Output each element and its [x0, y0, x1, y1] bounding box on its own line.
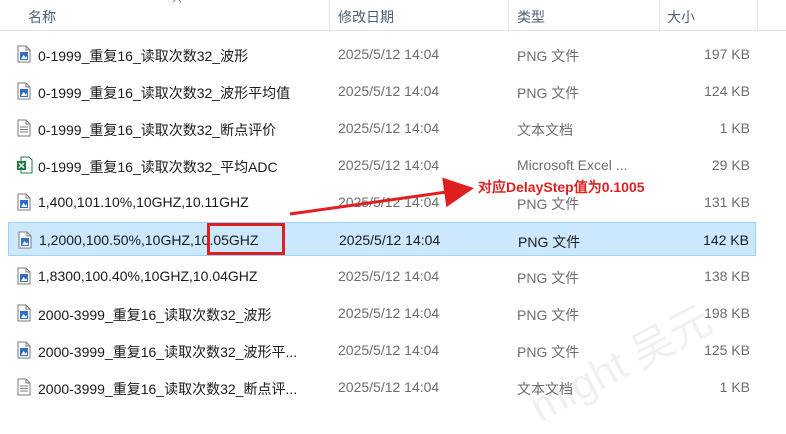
file-date: 2025/5/12 14:04 — [338, 157, 440, 173]
png-file-icon — [17, 45, 31, 63]
file-size: 197 KB — [704, 46, 750, 62]
sort-caret-icon — [172, 0, 182, 3]
column-header-date[interactable]: 修改日期 — [338, 7, 394, 27]
file-date: 2025/5/12 14:04 — [338, 46, 440, 62]
file-type: PNG 文件 — [517, 196, 580, 212]
text-file-icon — [17, 119, 31, 137]
png-file-icon — [18, 231, 32, 249]
file-size: 1 KB — [719, 379, 750, 395]
file-size: 124 KB — [704, 83, 750, 99]
column-header: 名称 修改日期 类型 大小 — [0, 0, 786, 31]
file-row[interactable]: 1,2000,100.50%,10GHZ,10.05GHZ 2025/5/12 1… — [8, 222, 756, 256]
text-file-icon — [17, 378, 31, 396]
column-header-size[interactable]: 大小 — [667, 7, 695, 27]
file-size: 138 KB — [704, 268, 750, 284]
highlight-box — [207, 223, 285, 255]
png-file-icon — [17, 193, 31, 211]
annotation-label: 对应DelayStep值为0.1005 — [478, 179, 645, 195]
file-type: PNG 文件 — [517, 307, 580, 323]
file-name: 1,8300,100.40%,10GHZ,10.04GHZ — [38, 268, 258, 284]
file-name: 0-1999_重复16_读取次数32_波形平均值 — [38, 85, 291, 101]
file-size: 29 KB — [711, 157, 750, 173]
file-name: 1,400,101.10%,10GHZ,10.11GHZ — [38, 194, 249, 210]
file-date: 2025/5/12 14:04 — [339, 232, 441, 248]
column-divider[interactable] — [659, 0, 660, 30]
file-date: 2025/5/12 14:04 — [338, 268, 440, 284]
file-type: PNG 文件 — [517, 85, 580, 101]
file-name: 2000-3999_重复16_读取次数32_波形 — [38, 307, 272, 323]
file-date: 2025/5/12 14:04 — [338, 379, 440, 395]
file-type: 文本文档 — [517, 122, 573, 138]
file-size: 131 KB — [704, 194, 750, 210]
column-divider[interactable] — [757, 0, 758, 30]
column-divider[interactable] — [329, 0, 330, 30]
file-type: PNG 文件 — [518, 234, 581, 250]
file-name: 0-1999_重复16_读取次数32_波形 — [38, 48, 249, 64]
png-file-icon — [17, 267, 31, 285]
file-row[interactable]: 0-1999_重复16_读取次数32_波形平均值 2025/5/12 14:04 P… — [8, 74, 756, 108]
file-type: PNG 文件 — [517, 270, 580, 286]
file-date: 2025/5/12 14:04 — [338, 194, 440, 210]
png-file-icon — [17, 82, 31, 100]
file-name: 0-1999_重复16_读取次数32_平均ADC — [38, 159, 278, 175]
png-file-icon — [17, 304, 31, 322]
column-divider[interactable] — [508, 0, 509, 30]
file-name: 2000-3999_重复16_读取次数32_波形平... — [38, 344, 298, 360]
file-name: 0-1999_重复16_读取次数32_断点评价 — [38, 122, 277, 138]
file-date: 2025/5/12 14:04 — [338, 342, 440, 358]
file-type: Microsoft Excel ... — [517, 157, 628, 173]
column-header-type[interactable]: 类型 — [517, 7, 545, 27]
excel-file-icon — [17, 156, 33, 174]
file-size: 1 KB — [719, 120, 750, 136]
column-header-name[interactable]: 名称 — [28, 7, 56, 27]
file-type: PNG 文件 — [517, 48, 580, 64]
file-date: 2025/5/12 14:04 — [338, 83, 440, 99]
file-row[interactable]: 0-1999_重复16_读取次数32_断点评价 2025/5/12 14:04 文本… — [8, 111, 756, 145]
file-date: 2025/5/12 14:04 — [338, 305, 440, 321]
png-file-icon — [17, 341, 31, 359]
file-name: 2000-3999_重复16_读取次数32_断点评... — [38, 381, 298, 397]
file-size: 142 KB — [703, 232, 749, 248]
file-size: 198 KB — [704, 305, 750, 321]
file-date: 2025/5/12 14:04 — [338, 120, 440, 136]
file-row[interactable]: 0-1999_重复16_读取次数32_波形 2025/5/12 14:04 PNG … — [8, 37, 756, 71]
file-row[interactable]: 1,8300,100.40%,10GHZ,10.04GHZ 2025/5/12 1… — [8, 259, 756, 293]
